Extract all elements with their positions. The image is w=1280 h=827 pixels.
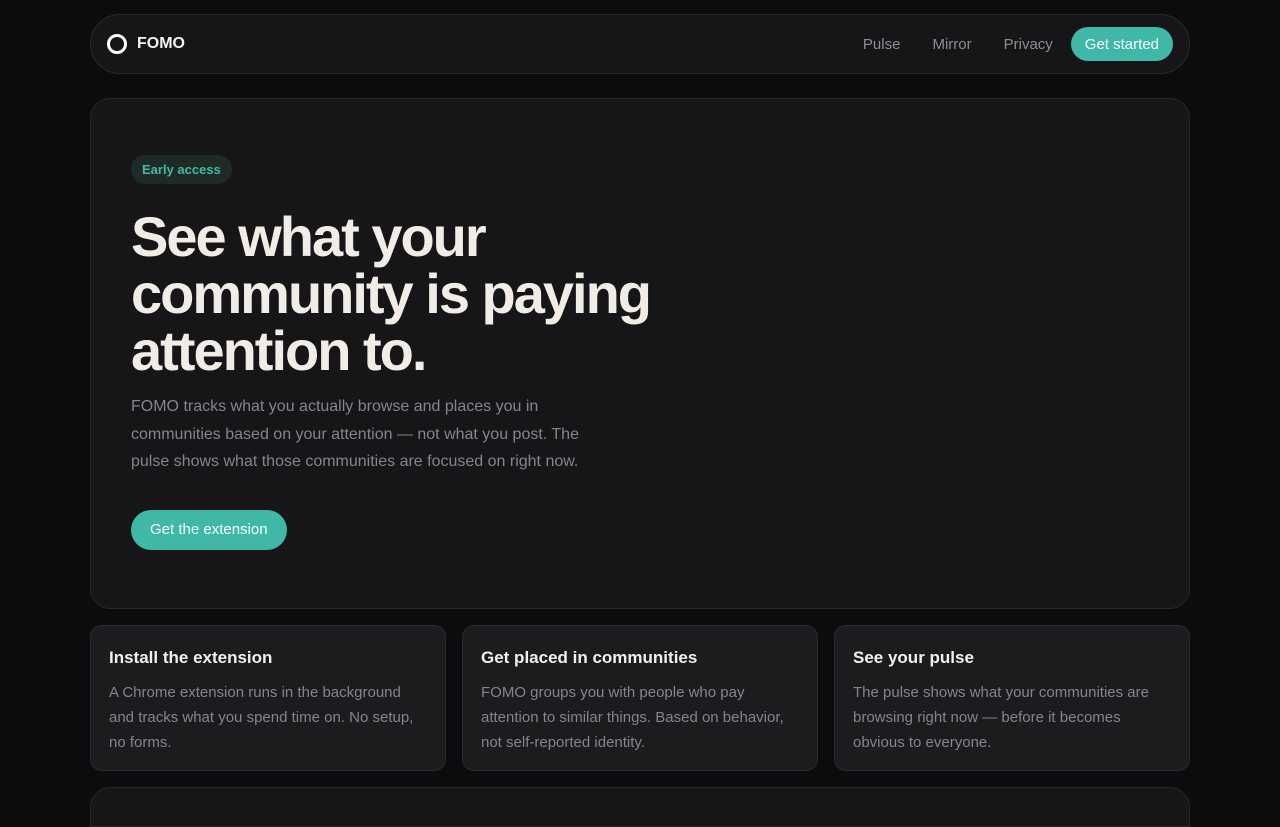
get-extension-button[interactable]: Get the extension [131,509,287,550]
feature-cards: Install the extension A Chrome extension… [90,625,1190,771]
next-section-panel [90,787,1190,827]
nav-link-privacy[interactable]: Privacy [988,36,1069,53]
get-started-button[interactable]: Get started [1070,27,1173,61]
feature-card-body: The pulse shows what your communities ar… [853,684,1149,751]
hero-title: See what your community is paying attent… [131,205,652,382]
nav-links: Pulse Mirror Privacy Get started [847,27,1173,61]
feature-card-install: Install the extension A Chrome extension… [90,625,446,771]
feature-card-body: A Chrome extension runs in the backgroun… [109,684,414,751]
feature-card-title: Get placed in communities [481,648,698,667]
top-navbar: FOMO Pulse Mirror Privacy Get started [90,14,1190,74]
logo-ring-icon [107,34,127,54]
feature-card-title: See your pulse [853,648,974,667]
early-access-badge: Early access [131,155,232,184]
feature-card-title: Install the extension [109,648,273,667]
brand[interactable]: FOMO [107,15,185,73]
feature-card-pulse: See your pulse The pulse shows what your… [834,625,1190,771]
nav-link-pulse[interactable]: Pulse [847,36,917,53]
brand-name: FOMO [137,35,185,52]
hero-description: FOMO tracks what you actually browse and… [131,398,579,470]
feature-card-body: FOMO groups you with people who pay atte… [481,684,784,751]
nav-link-mirror[interactable]: Mirror [916,36,987,53]
feature-card-communities: Get placed in communities FOMO groups yo… [462,625,818,771]
hero-panel: Early access See what your community is … [90,98,1190,609]
